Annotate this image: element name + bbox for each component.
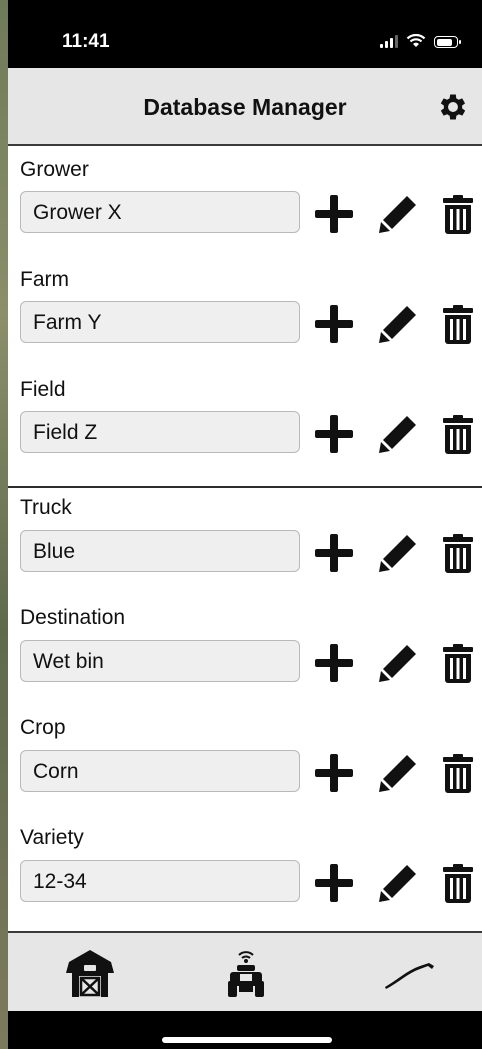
- add-grower-button[interactable]: [312, 192, 356, 236]
- pencil-icon: [379, 306, 416, 343]
- gear-icon[interactable]: [436, 90, 470, 124]
- field-label: Variety: [20, 826, 84, 849]
- status-time: 11:41: [62, 31, 110, 52]
- add-crop-button[interactable]: [312, 751, 356, 795]
- grower-row: Grower Grower X: [8, 146, 482, 256]
- edit-grower-button[interactable]: [376, 192, 420, 236]
- variety-select[interactable]: 12-34: [20, 860, 300, 902]
- tab-tractor[interactable]: [216, 945, 276, 1001]
- battery-icon: [434, 36, 461, 48]
- pencil-icon: [379, 865, 416, 902]
- add-variety-button[interactable]: [312, 861, 356, 905]
- tab-bar: [8, 931, 482, 1011]
- wifi-icon: [406, 34, 426, 47]
- tab-auger[interactable]: [380, 945, 440, 1001]
- delete-truck-button[interactable]: [440, 531, 476, 575]
- pencil-icon: [379, 645, 416, 682]
- crop-select[interactable]: Corn: [20, 750, 300, 792]
- location-group: Grower Grower X Farm Farm Y Field Field …: [8, 146, 482, 476]
- add-truck-button[interactable]: [312, 531, 356, 575]
- truck-row: Truck Blue: [8, 488, 482, 598]
- trash-icon: [443, 864, 473, 903]
- auger-icon: [385, 963, 434, 989]
- pencil-icon: [379, 535, 416, 572]
- field-label: Field: [20, 378, 66, 401]
- edit-farm-button[interactable]: [376, 302, 420, 346]
- field-label: Destination: [20, 606, 126, 629]
- field-label: Grower: [20, 158, 89, 181]
- field-label: Farm: [20, 268, 69, 291]
- pencil-icon: [379, 416, 416, 453]
- variety-row: Variety 12-34: [8, 818, 482, 928]
- trash-icon: [443, 534, 473, 573]
- home-indicator[interactable]: [162, 1037, 332, 1043]
- tractor-icon: [228, 951, 264, 997]
- app-screen: 11:41 Database Manager Grower Grower X F…: [8, 0, 482, 1049]
- field-row: Field Field Z: [8, 366, 482, 476]
- plus-icon: [315, 415, 353, 453]
- crop-row: Crop Corn: [8, 708, 482, 818]
- database-form: Grower Grower X Farm Farm Y Field Field …: [8, 146, 482, 931]
- field-label: Truck: [20, 496, 72, 519]
- edit-variety-button[interactable]: [376, 861, 420, 905]
- load-group: Truck Blue Destination Wet bin Crop Corn…: [8, 488, 482, 928]
- plus-icon: [315, 864, 353, 902]
- plus-icon: [315, 754, 353, 792]
- plus-icon: [315, 534, 353, 572]
- farm-row: Farm Farm Y: [8, 256, 482, 366]
- delete-crop-button[interactable]: [440, 751, 476, 795]
- add-farm-button[interactable]: [312, 302, 356, 346]
- edit-truck-button[interactable]: [376, 531, 420, 575]
- edit-crop-button[interactable]: [376, 751, 420, 795]
- trash-icon: [443, 754, 473, 793]
- home-indicator-area: [8, 1011, 482, 1049]
- destination-row: Destination Wet bin: [8, 598, 482, 708]
- status-bar: 11:41: [8, 0, 482, 68]
- truck-select[interactable]: Blue: [20, 530, 300, 572]
- pencil-icon: [379, 755, 416, 792]
- delete-variety-button[interactable]: [440, 861, 476, 905]
- field-label: Crop: [20, 716, 66, 739]
- page-title: Database Manager: [143, 94, 347, 120]
- signal-icon: [380, 34, 398, 48]
- barn-icon: [66, 950, 114, 997]
- delete-destination-button[interactable]: [440, 641, 476, 685]
- plus-icon: [315, 644, 353, 682]
- status-icons: [380, 34, 461, 48]
- trash-icon: [443, 305, 473, 344]
- pencil-icon: [379, 196, 416, 233]
- plus-icon: [315, 305, 353, 343]
- trash-icon: [443, 644, 473, 683]
- field-select[interactable]: Field Z: [20, 411, 300, 453]
- edit-field-button[interactable]: [376, 412, 420, 456]
- delete-grower-button[interactable]: [440, 192, 476, 236]
- delete-field-button[interactable]: [440, 412, 476, 456]
- grower-select[interactable]: Grower X: [20, 191, 300, 233]
- trash-icon: [443, 195, 473, 234]
- add-destination-button[interactable]: [312, 641, 356, 685]
- edit-destination-button[interactable]: [376, 641, 420, 685]
- farm-select[interactable]: Farm Y: [20, 301, 300, 343]
- trash-icon: [443, 415, 473, 454]
- delete-farm-button[interactable]: [440, 302, 476, 346]
- navigation-bar: Database Manager: [8, 68, 482, 146]
- plus-icon: [315, 195, 353, 233]
- tab-barn[interactable]: [60, 945, 120, 1001]
- add-field-button[interactable]: [312, 412, 356, 456]
- destination-select[interactable]: Wet bin: [20, 640, 300, 682]
